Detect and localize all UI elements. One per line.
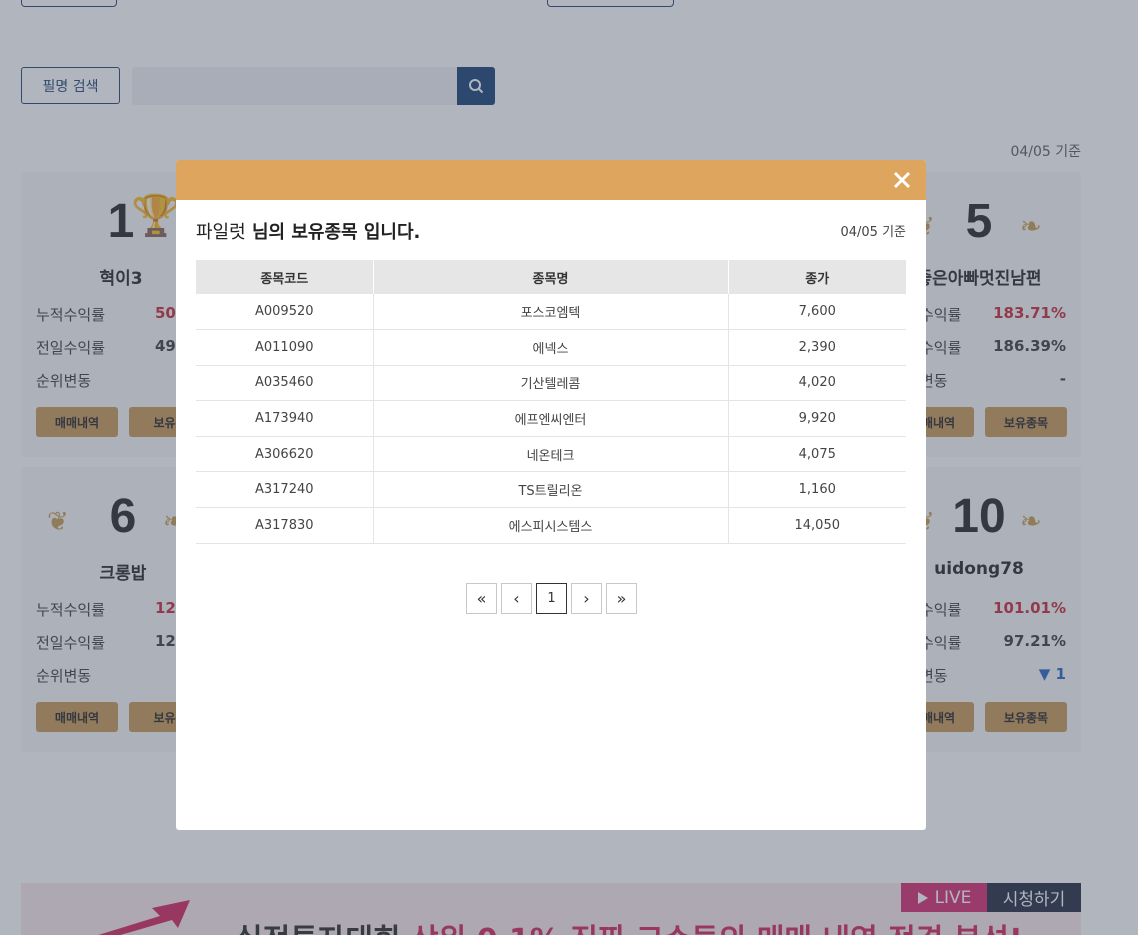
closing-price: 14,050 xyxy=(728,507,906,544)
table-row: A011090 에넥스 2,390 xyxy=(196,329,906,366)
closing-price: 9,920 xyxy=(728,400,906,437)
stock-name: 포스코엠텍 xyxy=(373,294,729,331)
stock-code: A009520 xyxy=(196,294,374,331)
modal-date: 04/05 기준 xyxy=(840,225,906,240)
closing-price: 4,020 xyxy=(728,365,906,402)
column-header-name: 종목명 xyxy=(373,260,729,294)
stock-code: A306620 xyxy=(196,436,374,473)
user-name: 파일럿 xyxy=(196,222,246,243)
stock-code: A035460 xyxy=(196,365,374,402)
stock-name: 에스피시스템스 xyxy=(373,507,729,544)
stock-name: 기산텔레콤 xyxy=(373,365,729,402)
prev-page-button[interactable]: ‹ xyxy=(501,583,532,614)
closing-price: 2,390 xyxy=(728,329,906,366)
modal-title: 파일럿 님의 보유종목 입니다. xyxy=(196,218,420,244)
stock-code: A173940 xyxy=(196,400,374,437)
closing-price: 7,600 xyxy=(728,294,906,331)
first-page-button[interactable]: « xyxy=(466,583,497,614)
holdings-table: 종목코드 종목명 종가 A009520 포스코엠텍 7,600 A011090 … xyxy=(196,260,906,544)
closing-price: 1,160 xyxy=(728,471,906,509)
table-row: A317830 에스피시스템스 14,050 xyxy=(196,507,906,544)
column-header-code: 종목코드 xyxy=(196,260,374,294)
modal-header xyxy=(176,160,926,200)
title-suffix: 님의 보유종목 입니다. xyxy=(245,222,421,243)
table-row: A317240 TS트릴리온 1,160 xyxy=(196,471,906,509)
last-page-button[interactable]: » xyxy=(606,583,637,614)
table-row: A035460 기산텔레콤 4,020 xyxy=(196,365,906,402)
table-row: A009520 포스코엠텍 7,600 xyxy=(196,294,906,331)
column-header-price: 종가 xyxy=(728,260,906,294)
pagination: « ‹ 1 › » xyxy=(466,583,637,614)
table-row: A306620 네온테크 4,075 xyxy=(196,436,906,473)
close-button[interactable] xyxy=(886,164,918,196)
stock-code: A317240 xyxy=(196,471,374,509)
table-header-row: 종목코드 종목명 종가 xyxy=(196,260,906,294)
closing-price: 4,075 xyxy=(728,436,906,473)
close-icon xyxy=(893,171,911,189)
stock-name: 에프엔씨엔터 xyxy=(373,400,729,437)
stock-name: 에넥스 xyxy=(373,329,729,366)
current-page-button[interactable]: 1 xyxy=(536,583,567,614)
next-page-button[interactable]: › xyxy=(571,583,602,614)
stock-code: A011090 xyxy=(196,329,374,366)
holdings-modal: 파일럿 님의 보유종목 입니다. 04/05 기준 종목코드 종목명 종가 A0… xyxy=(176,160,926,830)
stock-name: TS트릴리온 xyxy=(373,471,729,509)
stock-name: 네온테크 xyxy=(373,436,729,473)
table-row: A173940 에프엔씨엔터 9,920 xyxy=(196,400,906,437)
stock-code: A317830 xyxy=(196,507,374,544)
